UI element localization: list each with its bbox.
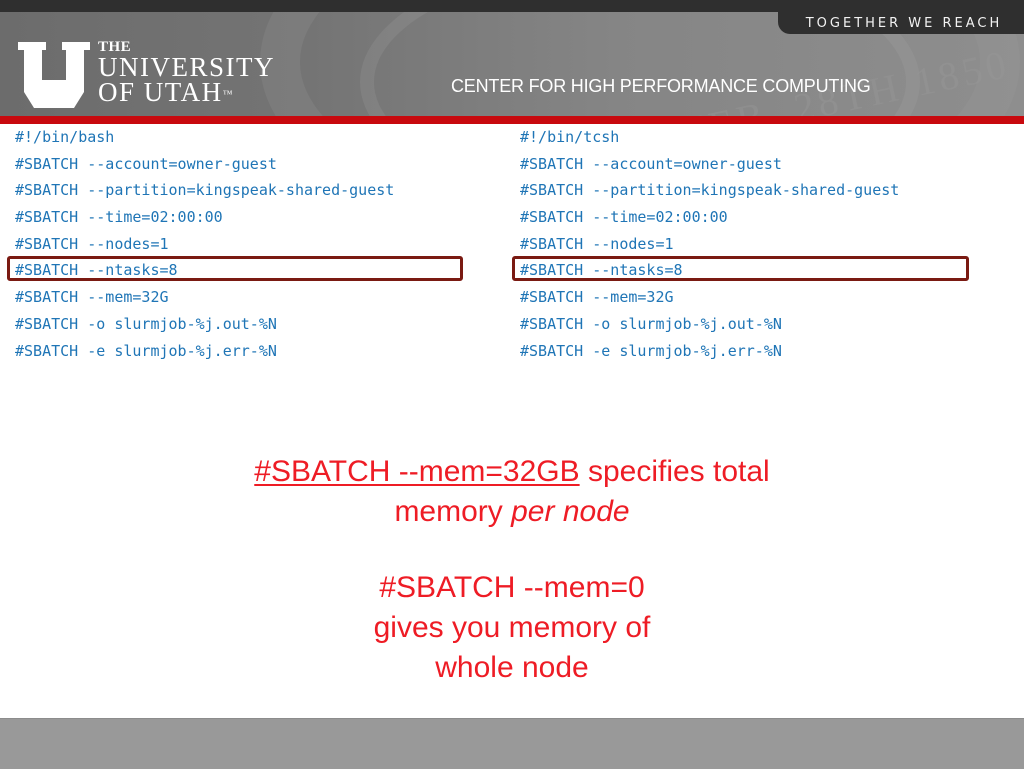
footer-bar: [0, 718, 1024, 769]
mem-option-underlined: #SBATCH --mem=32GB: [254, 455, 580, 488]
mem-per-node-plain: memory: [394, 495, 512, 528]
university-wordmark: THE UNIVERSITY OF UTAH™: [98, 40, 275, 107]
code-line: #SBATCH -e slurmjob-%j.err-%N: [520, 341, 782, 360]
red-accent-bar: [0, 116, 1024, 124]
code-line: #SBATCH --account=owner-guest: [15, 154, 277, 173]
code-line: #SBATCH -o slurmjob-%j.out-%N: [520, 314, 782, 333]
per-node-emphasis: per node: [511, 495, 630, 528]
mem-per-node-line2: memory per node: [0, 492, 1024, 532]
bash-script-block: #!/bin/bash #SBATCH --account=owner-gues…: [15, 124, 394, 364]
top-bar: [0, 0, 1024, 12]
code-line: #SBATCH --partition=kingspeak-shared-gue…: [520, 181, 900, 200]
mem-zero-line3: whole node: [435, 651, 589, 684]
center-title: CENTER FOR HIGH PERFORMANCE COMPUTING: [451, 76, 871, 96]
wordmark-of-utah-text: OF UTAH: [98, 77, 223, 107]
code-line: #SBATCH --nodes=1: [520, 234, 674, 253]
code-line: #SBATCH --time=02:00:00: [520, 208, 728, 227]
code-line: #SBATCH -o slurmjob-%j.out-%N: [15, 314, 277, 333]
tcsh-script-block: #!/bin/tcsh #SBATCH --account=owner-gues…: [520, 124, 899, 364]
code-line: #SBATCH --time=02:00:00: [15, 208, 223, 227]
block-u-logo-icon: [18, 42, 90, 108]
code-line: #SBATCH --partition=kingspeak-shared-gue…: [15, 181, 395, 200]
mem-per-node-rest: specifies total: [579, 455, 770, 488]
code-line: #SBATCH --mem=32G: [520, 288, 674, 307]
ntasks-highlight-box-tcsh: [512, 256, 969, 281]
mem-per-node-note: #SBATCH --mem=32GB specifies total memor…: [0, 452, 1024, 532]
code-line: #SBATCH --account=owner-guest: [520, 154, 782, 173]
code-line: #!/bin/tcsh: [520, 128, 620, 146]
tagline-tab: TOGETHER WE REACH: [778, 12, 1024, 34]
ntasks-highlight-box-bash: [7, 256, 463, 281]
wordmark-university: UNIVERSITY: [98, 52, 275, 82]
mem-zero-line2: gives you memory of: [373, 611, 651, 644]
mem-zero-line1: #SBATCH --mem=0: [379, 571, 645, 604]
code-line: #SBATCH --nodes=1: [15, 234, 169, 253]
tagline-text: TOGETHER WE REACH: [805, 15, 1003, 31]
mem-per-node-line1: #SBATCH --mem=32GB specifies total: [0, 452, 1024, 492]
trademark-symbol: ™: [222, 89, 234, 100]
code-line: #!/bin/bash: [15, 128, 115, 146]
code-line: #SBATCH -e slurmjob-%j.err-%N: [15, 341, 277, 360]
wordmark-of-utah: OF UTAH™: [98, 77, 275, 107]
mem-zero-note: #SBATCH --mem=0 gives you memory of whol…: [0, 568, 1024, 688]
code-line: #SBATCH --mem=32G: [15, 288, 169, 307]
